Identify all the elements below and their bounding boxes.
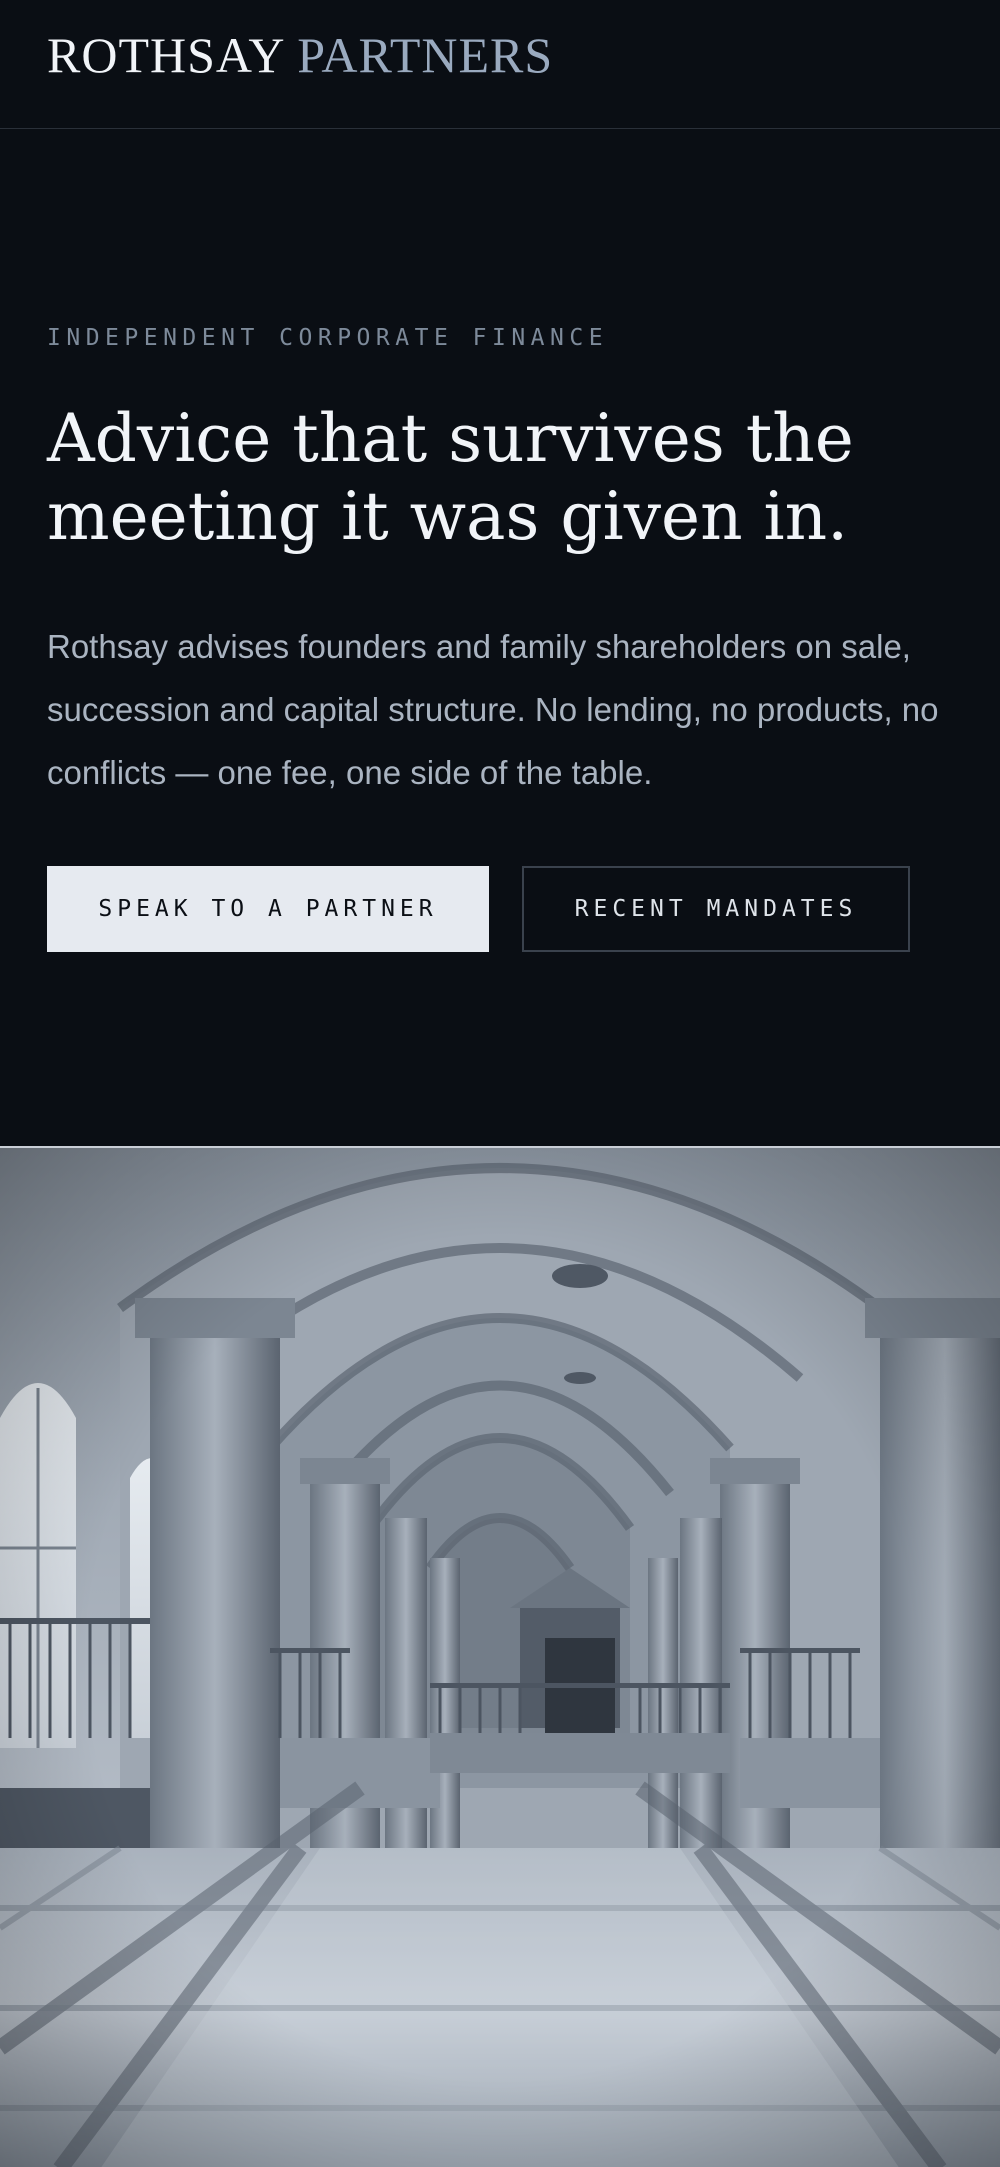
speak-to-partner-button[interactable]: SPEAK TO A PARTNER — [47, 866, 489, 952]
hall-photo — [0, 1146, 1000, 2167]
brand-logo[interactable]: ROTHSAY PARTNERS — [47, 30, 553, 80]
hero-lede: Rothsay advises founders and family shar… — [47, 628, 939, 791]
logo-word-rothsay: ROTHSAY — [47, 27, 284, 83]
hero-eyebrow: INDEPENDENT CORPORATE FINANCE — [47, 325, 609, 351]
recent-mandates-button[interactable]: RECENT MANDATES — [522, 866, 910, 952]
logo-word-partners: PARTNERS — [297, 27, 554, 83]
hero-headline: Advice that survives the meeting it was … — [47, 400, 854, 555]
site-header: ROTHSAY PARTNERS — [0, 0, 1000, 129]
